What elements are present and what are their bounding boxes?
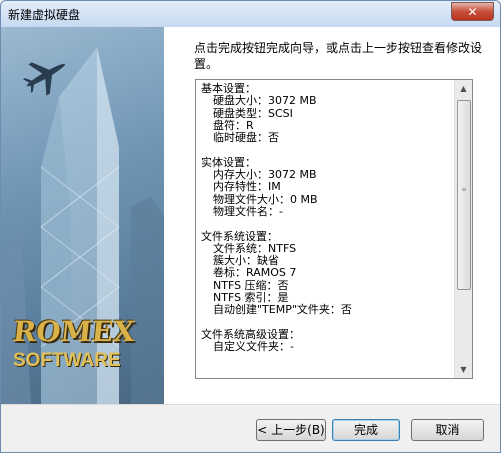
- back-button[interactable]: < 上一步(B): [256, 419, 326, 441]
- logo-software: SOFTWARE: [13, 350, 121, 371]
- settings-summary-list: 基本设置： 硬盘大小：3072 MB 硬盘类型：SCSI 盘符：R 临时硬盘：否 实体设置…: [201, 82, 451, 354]
- window-title: 新建虚拟硬盘: [8, 8, 81, 22]
- summary-line: 硬盘大小：3072 MB: [213, 94, 317, 108]
- vertical-scrollbar[interactable]: ▲ ≡ ▼: [454, 80, 472, 378]
- grip-icon: ≡: [461, 186, 467, 193]
- scrollbar-thumb[interactable]: ≡: [457, 100, 471, 290]
- wizard-content: ROMEX SOFTWARE 点击完成按钮完成向导，或点击上一步按钮查看修改设置…: [1, 27, 500, 404]
- summary-line: 临时硬盘：否: [213, 131, 279, 145]
- summary-line: 物理文件名：-: [213, 204, 283, 218]
- settings-summary-box[interactable]: 基本设置： 硬盘大小：3072 MB 硬盘类型：SCSI 盘符：R 临时硬盘：否 实体设置…: [195, 79, 473, 379]
- button-bar: < 上一步(B) 完成 取消: [1, 404, 500, 452]
- summary-section-heading: 文件系统设置：: [201, 229, 278, 243]
- romex-software-logo: ROMEX SOFTWARE: [11, 315, 137, 372]
- title-bar: 新建虚拟硬盘 ✕: [1, 1, 500, 27]
- scroll-down-icon[interactable]: ▼: [455, 361, 472, 378]
- sidebar-banner: ROMEX SOFTWARE: [1, 27, 164, 404]
- scroll-up-icon[interactable]: ▲: [455, 80, 472, 97]
- summary-line: 自动创建"TEMP"文件夹：否: [213, 303, 352, 317]
- summary-spacer: [201, 144, 451, 156]
- summary-line: 自定义文件夹：-: [213, 340, 294, 354]
- wizard-window: 新建虚拟硬盘 ✕ ROMEX SOFTWARE 点击完成按钮完成向导，或点击上一…: [0, 0, 501, 453]
- close-icon: ✕: [467, 5, 478, 19]
- instruction-text: 点击完成按钮完成向导，或点击上一步按钮查看修改设置。: [194, 41, 483, 71]
- summary-line: 卷标：RAMOS 7: [213, 266, 297, 280]
- summary-spacer: [201, 218, 451, 230]
- close-button[interactable]: ✕: [451, 2, 494, 21]
- logo-romex: ROMEX: [11, 315, 137, 348]
- summary-line: 内存特性：IM: [213, 180, 281, 194]
- cancel-button[interactable]: 取消: [411, 419, 484, 441]
- finish-button[interactable]: 完成: [332, 419, 400, 441]
